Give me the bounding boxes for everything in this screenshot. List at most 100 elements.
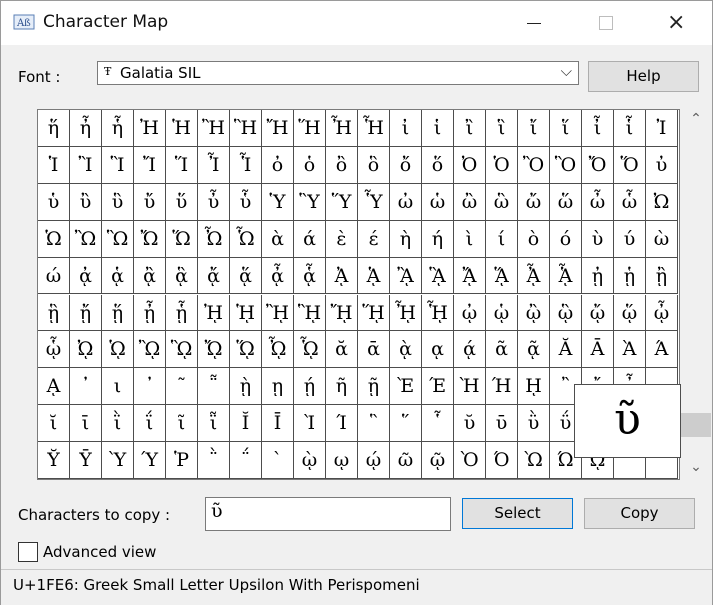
- copy-button[interactable]: Copy: [584, 498, 695, 529]
- grid-cell[interactable]: Ἥ: [294, 110, 326, 147]
- grid-cell[interactable]: ὺ: [582, 220, 614, 258]
- grid-cell[interactable]: ὄ: [390, 146, 422, 184]
- title-bar[interactable]: A ß Character Map ×: [1, 1, 712, 45]
- grid-cell[interactable]: ῆ: [326, 368, 358, 406]
- grid-cell[interactable]: ᾟ: [422, 294, 454, 332]
- grid-cell[interactable]: ὠ: [390, 183, 422, 221]
- grid-cell[interactable]: Ὥ: [166, 220, 198, 258]
- grid-cell[interactable]: Ὕ: [326, 183, 358, 221]
- grid-cell[interactable]: ᾗ: [166, 294, 198, 332]
- scroll-thumb[interactable]: [681, 413, 711, 437]
- grid-cell[interactable]: ᾏ: [550, 257, 582, 295]
- grid-cell[interactable]: ἵ: [550, 110, 582, 147]
- grid-cell[interactable]: ῶ: [390, 442, 422, 479]
- grid-cell[interactable]: ῌ: [518, 368, 550, 406]
- grid-cell[interactable]: ᾓ: [38, 294, 70, 332]
- grid-cell[interactable]: ᾊ: [390, 257, 422, 295]
- grid-cell[interactable]: ᾁ: [102, 257, 134, 295]
- grid-cell[interactable]: Ύ: [134, 442, 166, 479]
- grid-cell[interactable]: ᾲ: [390, 331, 422, 369]
- grid-cell[interactable]: ῟: [422, 405, 454, 443]
- grid-cell[interactable]: ὲ: [326, 220, 358, 258]
- grid-cell[interactable]: ί: [486, 220, 518, 258]
- grid-cell[interactable]: ᾣ: [550, 294, 582, 332]
- grid-cell[interactable]: ώ: [38, 257, 70, 295]
- grid-cell[interactable]: Ἣ: [230, 110, 262, 147]
- grid-cell[interactable]: Ὡ: [38, 220, 70, 258]
- grid-cell[interactable]: ᾋ: [422, 257, 454, 295]
- grid-cell[interactable]: ῁: [198, 368, 230, 406]
- grid-cell[interactable]: Ἰ: [646, 110, 678, 147]
- grid-cell[interactable]: ᾧ: [38, 331, 70, 369]
- grid-cell[interactable]: ἶ: [582, 110, 614, 147]
- grid-cell[interactable]: ῄ: [294, 368, 326, 406]
- grid-cell[interactable]: ὦ: [582, 183, 614, 221]
- grid-cell[interactable]: ῐ: [38, 405, 70, 443]
- grid-cell[interactable]: ᾜ: [326, 294, 358, 332]
- grid-cell[interactable]: ῲ: [294, 442, 326, 479]
- grid-cell[interactable]: ύ: [614, 220, 646, 258]
- grid-cell[interactable]: ΐ: [134, 405, 166, 443]
- grid-cell[interactable]: Ἠ: [134, 110, 166, 147]
- grid-cell[interactable]: ὁ: [294, 146, 326, 184]
- grid-cell[interactable]: ᾢ: [518, 294, 550, 332]
- advanced-view-label[interactable]: Advanced view: [43, 543, 156, 561]
- grid-cell[interactable]: ᾀ: [70, 257, 102, 295]
- grid-cell[interactable]: ὢ: [454, 183, 486, 221]
- grid-cell[interactable]: Ῥ: [166, 442, 198, 479]
- grid-cell[interactable]: ᾴ: [454, 331, 486, 369]
- grid-cell[interactable]: ὥ: [550, 183, 582, 221]
- grid-cell[interactable]: ῝: [358, 405, 390, 443]
- grid-cell[interactable]: ᾫ: [166, 331, 198, 369]
- grid-cell[interactable]: ᾼ: [38, 368, 70, 406]
- grid-cell[interactable]: ᾄ: [198, 257, 230, 295]
- grid-cell[interactable]: ᾠ: [454, 294, 486, 332]
- grid-cell[interactable]: ῀: [166, 368, 198, 406]
- grid-cell[interactable]: ᾆ: [262, 257, 294, 295]
- grid-cell[interactable]: Ὀ: [454, 146, 486, 184]
- grid-cell[interactable]: ἧ: [102, 110, 134, 147]
- grid-cell[interactable]: ὑ: [38, 183, 70, 221]
- grid-cell[interactable]: Ῠ: [38, 442, 70, 479]
- grid-cell[interactable]: Ὤ: [134, 220, 166, 258]
- vertical-scrollbar[interactable]: ⌃ ⌄: [681, 109, 711, 480]
- grid-cell[interactable]: ὓ: [102, 183, 134, 221]
- maximize-button[interactable]: [582, 1, 628, 45]
- grid-cell[interactable]: ῗ: [198, 405, 230, 443]
- grid-cell[interactable]: ὸ: [518, 220, 550, 258]
- grid-cell[interactable]: ἴ: [518, 110, 550, 147]
- grid-cell[interactable]: ᾰ: [326, 331, 358, 369]
- grid-cell[interactable]: ᾒ: [646, 257, 678, 295]
- grid-cell[interactable]: ὶ: [454, 220, 486, 258]
- grid-cell[interactable]: ὃ: [358, 146, 390, 184]
- grid-cell[interactable]: Ὓ: [294, 183, 326, 221]
- grid-cell[interactable]: ᾩ: [102, 331, 134, 369]
- minimize-button[interactable]: [511, 1, 557, 45]
- grid-cell[interactable]: ᾨ: [70, 331, 102, 369]
- grid-cell[interactable]: `: [262, 442, 294, 479]
- grid-cell[interactable]: Ἲ: [70, 146, 102, 184]
- grid-cell[interactable]: Ί: [326, 405, 358, 443]
- grid-cell[interactable]: ᾯ: [294, 331, 326, 369]
- grid-cell[interactable]: Ὑ: [262, 183, 294, 221]
- grid-cell[interactable]: Ὄ: [582, 146, 614, 184]
- grid-cell[interactable]: έ: [358, 220, 390, 258]
- grid-cell[interactable]: Ὣ: [102, 220, 134, 258]
- grid-cell[interactable]: Ὦ: [198, 220, 230, 258]
- grid-cell[interactable]: ᾬ: [198, 331, 230, 369]
- grid-cell[interactable]: ὖ: [198, 183, 230, 221]
- grid-cell[interactable]: Ῑ: [262, 405, 294, 443]
- grid-cell[interactable]: Ἤ: [262, 110, 294, 147]
- grid-cell[interactable]: Ή: [486, 368, 518, 406]
- grid-cell[interactable]: ᾷ: [518, 331, 550, 369]
- grid-cell[interactable]: ῒ: [102, 405, 134, 443]
- grid-cell[interactable]: ἲ: [454, 110, 486, 147]
- grid-cell[interactable]: Ὺ: [102, 442, 134, 479]
- grid-cell[interactable]: ᾎ: [518, 257, 550, 295]
- grid-cell[interactable]: ἳ: [486, 110, 518, 147]
- grid-cell[interactable]: ή: [422, 220, 454, 258]
- grid-cell[interactable]: ᾳ: [422, 331, 454, 369]
- grid-cell[interactable]: ῡ: [486, 405, 518, 443]
- grid-cell[interactable]: ᾚ: [262, 294, 294, 332]
- grid-cell[interactable]: ᾐ: [582, 257, 614, 295]
